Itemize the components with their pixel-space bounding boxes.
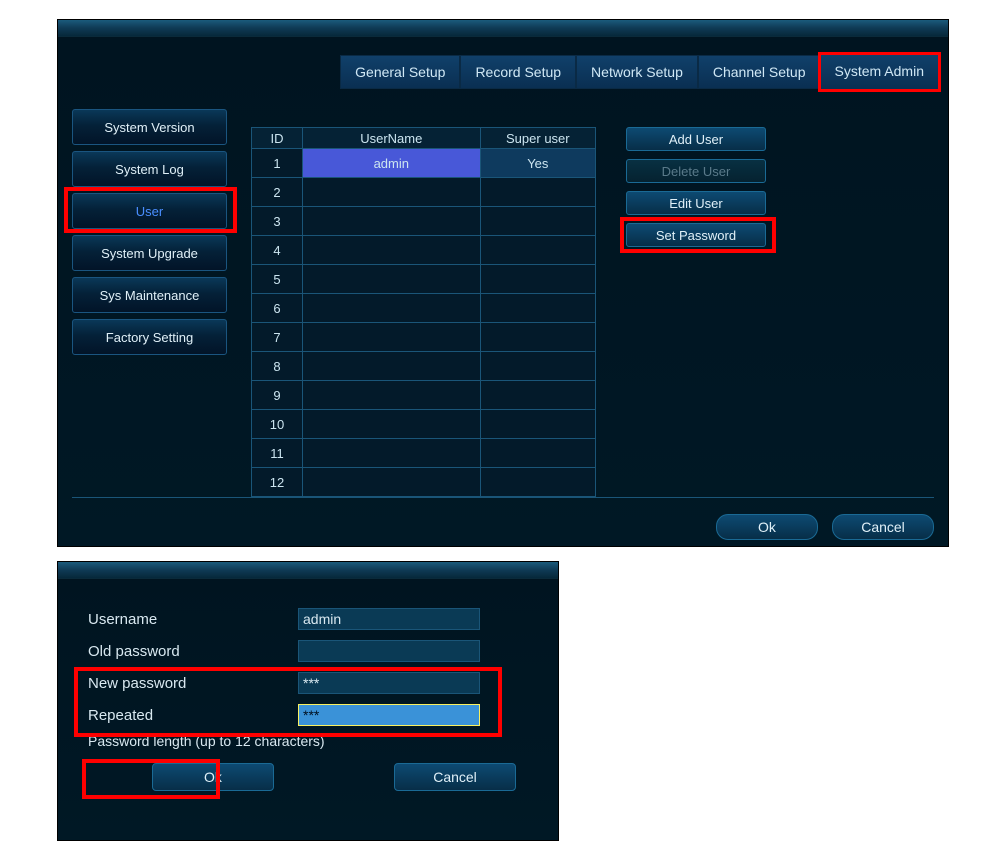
password-hint: Password length (up to 12 characters): [88, 733, 528, 749]
cell-username: admin: [302, 149, 480, 178]
cell-superuser: [480, 236, 595, 265]
cell-id: 9: [252, 381, 303, 410]
titlebar: [58, 20, 948, 37]
tab-channel-setup[interactable]: Channel Setup: [698, 55, 821, 89]
cell-id: 5: [252, 265, 303, 294]
cell-username: [302, 468, 480, 497]
cell-superuser: [480, 265, 595, 294]
cell-username: [302, 352, 480, 381]
set-password-button[interactable]: Set Password: [626, 223, 766, 247]
cell-id: 6: [252, 294, 303, 323]
old-password-field[interactable]: [298, 640, 480, 662]
label-new-password: New password: [88, 675, 298, 692]
dialog-cancel-button[interactable]: Cancel: [394, 763, 516, 791]
cell-username: [302, 410, 480, 439]
table-row[interactable]: 2: [252, 178, 596, 207]
table-row[interactable]: 12: [252, 468, 596, 497]
cell-id: 12: [252, 468, 303, 497]
col-header-superuser: Super user: [480, 128, 595, 149]
cell-id: 10: [252, 410, 303, 439]
cell-superuser: [480, 439, 595, 468]
sidebar-item-user[interactable]: User: [72, 193, 227, 229]
ok-button[interactable]: Ok: [716, 514, 818, 540]
sidebar-item-system-upgrade[interactable]: System Upgrade: [72, 235, 227, 271]
sidebar-item-system-version[interactable]: System Version: [72, 109, 227, 145]
cell-id: 8: [252, 352, 303, 381]
system-admin-window: General Setup Record Setup Network Setup…: [57, 19, 949, 547]
table-row[interactable]: 4: [252, 236, 596, 265]
cell-id: 7: [252, 323, 303, 352]
cell-id: 3: [252, 207, 303, 236]
footer: Ok Cancel: [72, 497, 934, 540]
tab-record-setup[interactable]: Record Setup: [460, 55, 576, 89]
top-tabs: General Setup Record Setup Network Setup…: [58, 37, 948, 89]
user-table: ID UserName Super user 1adminYes23456789…: [251, 127, 596, 497]
table-row[interactable]: 3: [252, 207, 596, 236]
cell-id: 4: [252, 236, 303, 265]
cell-username: [302, 207, 480, 236]
cell-username: [302, 236, 480, 265]
delete-user-button[interactable]: Delete User: [626, 159, 766, 183]
cell-superuser: [480, 468, 595, 497]
col-header-username: UserName: [302, 128, 480, 149]
table-row[interactable]: 8: [252, 352, 596, 381]
tab-system-admin[interactable]: System Admin: [818, 52, 941, 92]
sidebar-item-factory-setting[interactable]: Factory Setting: [72, 319, 227, 355]
cell-superuser: [480, 323, 595, 352]
repeated-password-field[interactable]: [298, 704, 480, 726]
cell-username: [302, 265, 480, 294]
cell-username: [302, 294, 480, 323]
table-row[interactable]: 1adminYes: [252, 149, 596, 178]
cell-id: 1: [252, 149, 303, 178]
sidebar-item-sys-maintenance[interactable]: Sys Maintenance: [72, 277, 227, 313]
col-header-id: ID: [252, 128, 303, 149]
cell-superuser: [480, 294, 595, 323]
table-row[interactable]: 10: [252, 410, 596, 439]
cell-username: [302, 381, 480, 410]
tab-network-setup[interactable]: Network Setup: [576, 55, 698, 89]
edit-user-button[interactable]: Edit User: [626, 191, 766, 215]
user-action-buttons: Add User Delete User Edit User Set Passw…: [626, 127, 766, 497]
cell-superuser: Yes: [480, 149, 595, 178]
table-row[interactable]: 5: [252, 265, 596, 294]
cell-superuser: [480, 178, 595, 207]
cell-superuser: [480, 207, 595, 236]
cell-username: [302, 178, 480, 207]
cell-superuser: [480, 352, 595, 381]
sidebar-item-system-log[interactable]: System Log: [72, 151, 227, 187]
username-field[interactable]: [298, 608, 480, 630]
tab-general-setup[interactable]: General Setup: [340, 55, 460, 89]
cell-id: 2: [252, 178, 303, 207]
set-password-dialog: Username Old password New password Repea…: [57, 561, 559, 841]
new-password-field[interactable]: [298, 672, 480, 694]
cell-superuser: [480, 410, 595, 439]
table-row[interactable]: 7: [252, 323, 596, 352]
add-user-button[interactable]: Add User: [626, 127, 766, 151]
cell-username: [302, 323, 480, 352]
dialog-ok-button[interactable]: Ok: [152, 763, 274, 791]
label-repeated: Repeated: [88, 707, 298, 724]
table-row[interactable]: 6: [252, 294, 596, 323]
label-username: Username: [88, 611, 298, 628]
table-row[interactable]: 9: [252, 381, 596, 410]
table-row[interactable]: 11: [252, 439, 596, 468]
sidebar: System Version System Log User System Up…: [72, 107, 227, 497]
dialog-titlebar: [58, 562, 558, 579]
cell-id: 11: [252, 439, 303, 468]
cell-username: [302, 439, 480, 468]
cell-superuser: [480, 381, 595, 410]
label-old-password: Old password: [88, 643, 298, 660]
cancel-button[interactable]: Cancel: [832, 514, 934, 540]
